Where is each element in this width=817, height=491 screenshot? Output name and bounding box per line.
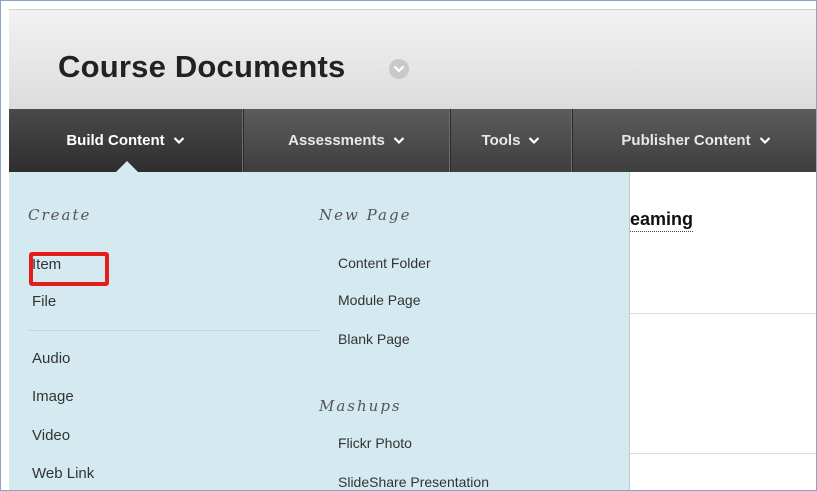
nav-tools[interactable]: Tools [451,109,571,172]
nav-build-content-label: Build Content [66,132,165,149]
screenshot-frame: Course Documents Build Content Assessmen… [0,0,817,491]
page-header: Course Documents [9,9,816,110]
build-content-menu: Create Item File Audio Image Video Web L… [9,172,630,490]
nav-tools-label: Tools [481,132,521,149]
page-title: Course Documents [58,49,346,84]
nav-assessments-label: Assessments [288,132,385,149]
menu-item-slideshare-presentation[interactable]: SlideShare Presentation [338,474,489,490]
content-item-title[interactable]: reaming [623,209,694,232]
menu-item-video[interactable]: Video [32,427,70,444]
title-options-chevron-icon[interactable] [389,59,409,79]
menu-item-audio[interactable]: Audio [32,350,70,367]
menu-item-content-folder[interactable]: Content Folder [338,255,431,271]
chevron-down-icon [173,132,185,149]
nav-publisher-content-label: Publisher Content [621,132,751,149]
menu-item-image[interactable]: Image [32,388,74,405]
menu-item-flickr-photo[interactable]: Flickr Photo [338,435,412,451]
nav-assessments[interactable]: Assessments [244,109,449,172]
content-divider [629,453,816,454]
menu-item-blank-page[interactable]: Blank Page [338,331,410,347]
menu-divider [28,330,320,331]
new-page-heading: New Page [319,206,412,224]
content-divider [629,313,816,314]
menu-item-module-page[interactable]: Module Page [338,292,421,308]
highlight-box [29,252,109,286]
menu-item-web-link[interactable]: Web Link [32,465,94,482]
mashups-heading: Mashups [319,397,402,415]
create-heading: Create [28,206,92,224]
chevron-down-icon [759,132,771,149]
chevron-down-icon [528,132,540,149]
menu-item-file[interactable]: File [32,293,56,310]
chevron-down-icon [393,132,405,149]
nav-publisher-content[interactable]: Publisher Content [573,109,816,172]
